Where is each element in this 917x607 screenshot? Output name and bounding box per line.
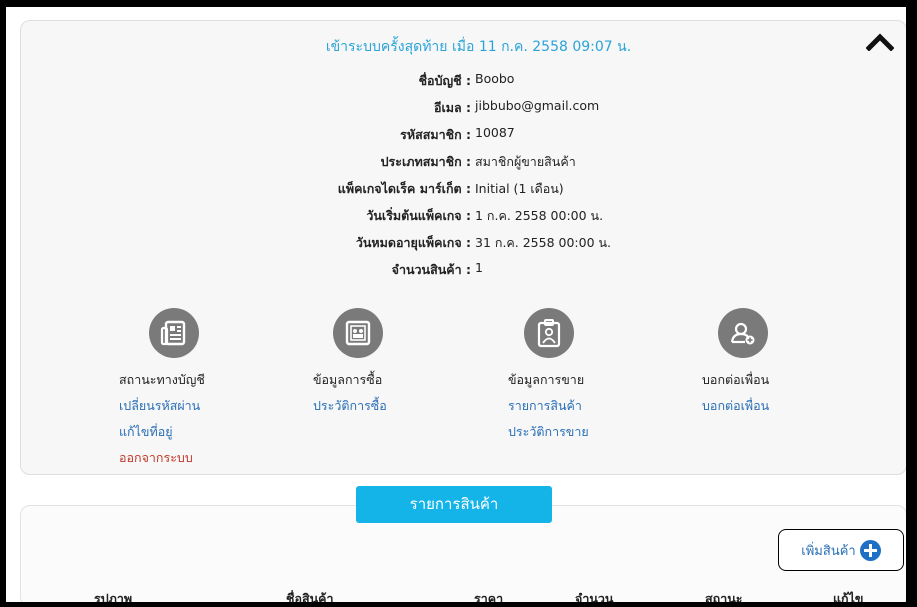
- add-product-button[interactable]: เพิ่มสินค้า: [778, 529, 904, 571]
- edit-address-link[interactable]: แก้ไขที่อยู่: [119, 422, 279, 442]
- detail-value: 1 ก.ค. 2558 00:00 น.: [475, 208, 604, 223]
- gallery-icon[interactable]: [333, 308, 383, 358]
- product-list-link[interactable]: รายการสินค้า: [508, 396, 668, 416]
- newspaper-icon[interactable]: [149, 308, 199, 358]
- detail-label: รหัสสมาชิก :: [400, 127, 471, 142]
- invite-friend-link[interactable]: บอกต่อเพื่อน: [702, 396, 862, 416]
- menu-invite: บอกต่อเพื่อน บอกต่อเพื่อน: [702, 308, 862, 416]
- add-user-icon[interactable]: [718, 308, 768, 358]
- detail-label: ประเภทสมาชิก :: [380, 154, 471, 169]
- last-login-text: เข้าระบบครั้งสุดท้าย เมื่อ 11 ก.ค. 2558 …: [325, 39, 632, 55]
- plus-circle-icon: [859, 539, 881, 561]
- clipboard-person-icon[interactable]: [524, 308, 574, 358]
- logout-link[interactable]: ออกจากระบบ: [119, 448, 279, 468]
- detail-label: ชื่อบัญชี :: [418, 73, 471, 88]
- purchase-history-link[interactable]: ประวัติการซื้อ: [313, 396, 473, 416]
- change-password-link[interactable]: เปลี่ยนรหัสผ่าน: [119, 396, 279, 416]
- menu-title-purchase: ข้อมูลการซื้อ: [313, 372, 383, 387]
- detail-label: วันเริ่มต้นแพ็คเกจ :: [366, 208, 471, 223]
- menu-account: สถานะทางบัญชี เปลี่ยนรหัสผ่าน แก้ไขที่อย…: [119, 308, 279, 468]
- detail-value: สมาชิกผู้ขายสินค้า: [475, 154, 576, 169]
- detail-value: Boobo: [475, 71, 515, 86]
- account-info-card: เข้าระบบครั้งสุดท้าย เมื่อ 11 ก.ค. 2558 …: [20, 20, 907, 475]
- sales-history-link[interactable]: ประวัติการขาย: [508, 422, 668, 442]
- detail-value: Initial (1 เดือน): [475, 181, 564, 196]
- detail-value: 1: [475, 260, 483, 275]
- detail-label: วันหมดอายุแพ็คเกจ :: [355, 235, 471, 250]
- tab-product-list[interactable]: รายการสินค้า: [356, 486, 552, 523]
- add-product-label: เพิ่มสินค้า: [801, 543, 856, 559]
- menu-title-invite: บอกต่อเพื่อน: [702, 372, 770, 387]
- detail-label: อีเมล :: [433, 100, 471, 115]
- menu-sales: ข้อมูลการขาย รายการสินค้า ประวัติการขาย: [508, 308, 668, 442]
- detail-value: 31 ก.ค. 2558 00:00 น.: [475, 235, 612, 250]
- menu-purchase: ข้อมูลการซื้อ ประวัติการซื้อ: [313, 308, 473, 416]
- menu-title-account: สถานะทางบัญชี: [119, 372, 205, 387]
- menu-title-sales: ข้อมูลการขาย: [508, 372, 585, 387]
- detail-label: จำนวนสินค้า :: [391, 262, 471, 277]
- detail-label: แพ็คเกจไดเร็ค มาร์เก็ต :: [337, 181, 471, 196]
- detail-value: jibbubo@gmail.com: [475, 98, 600, 113]
- divider: [34, 604, 900, 606]
- detail-value: 10087: [475, 125, 515, 140]
